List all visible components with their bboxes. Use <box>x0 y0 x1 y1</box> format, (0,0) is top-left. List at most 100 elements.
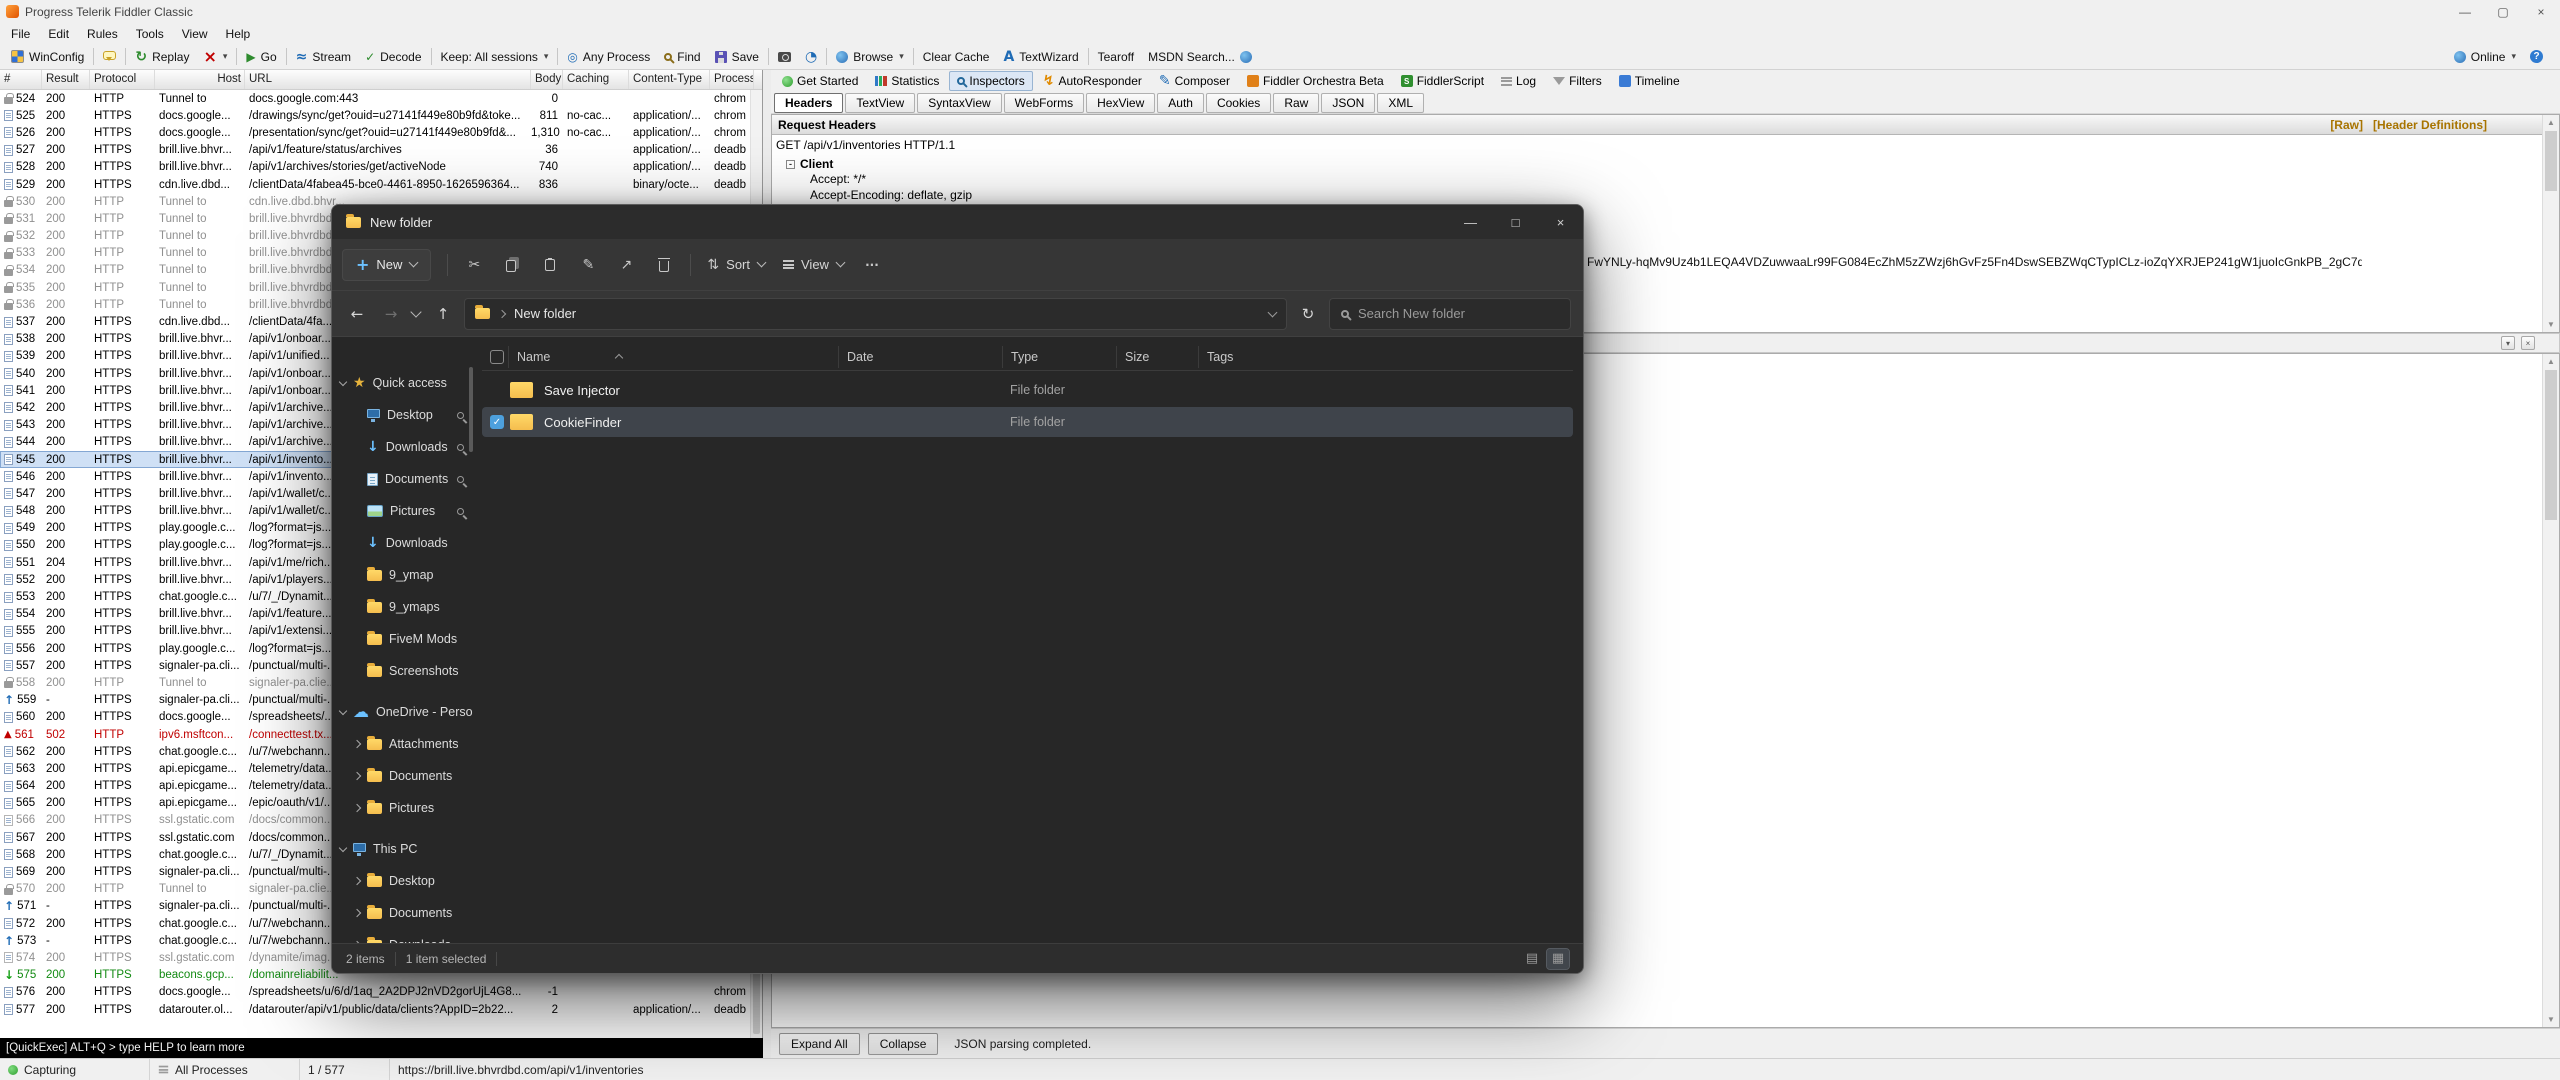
maximize-button[interactable]: ▢ <box>2484 0 2522 23</box>
sidebar-item-desktop[interactable]: Desktop <box>332 399 474 431</box>
session-row[interactable]: 526 200 HTTPS docs.google.../presentation/s… <box>0 124 762 141</box>
tab-fiddlerscript[interactable]: S FiddlerScript <box>1394 72 1491 90</box>
close-button[interactable]: × <box>1538 205 1583 239</box>
menu-tools[interactable]: Tools <box>127 27 173 41</box>
session-column-caching[interactable]: Caching <box>563 70 629 89</box>
column-header-type[interactable]: Type <box>1002 345 1116 368</box>
details-view-toggle-icon[interactable]: ▦ <box>1546 947 1570 970</box>
collapse-button[interactable]: Collapse <box>867 1032 939 1055</box>
session-row[interactable]: 524 200 HTTP Tunnel to docs.google.com:443 0 c… <box>0 90 762 107</box>
session-column-body[interactable]: Body <box>531 70 563 89</box>
explorer-cut-button[interactable]: ✂ <box>456 249 492 281</box>
sidebar-item-quick-access[interactable]: ★ Quick access <box>332 367 474 399</box>
toolbar-clear-cache-button[interactable]: Clear Cache <box>916 44 997 69</box>
session-column-host[interactable]: Host <box>155 70 245 89</box>
session-row[interactable]: 527 200 HTTPS brill.live.bhvr.../api/v1/fea… <box>0 142 762 159</box>
inspector-tab-raw[interactable]: Raw <box>1273 92 1320 113</box>
sidebar-item-screenshots[interactable]: Screenshots <box>332 655 474 687</box>
session-column-url[interactable]: URL <box>245 70 531 89</box>
toolbar-comment-button[interactable] <box>96 44 123 69</box>
session-row[interactable]: 528 200 HTTPS brill.live.bhvr.../api/v1/arc… <box>0 159 762 176</box>
column-header-date[interactable]: Date <box>838 345 1002 368</box>
tab-composer[interactable]: ✎ Composer <box>1152 72 1237 90</box>
session-row[interactable]: 525 200 HTTPS docs.google.../drawings/sync/… <box>0 107 762 124</box>
tab-inspectors[interactable]: Inspectors <box>949 71 1033 91</box>
sidebar-item-attachments[interactable]: Attachments <box>332 728 474 760</box>
toolbar-winconfig-button[interactable]: WinConfig <box>4 44 91 69</box>
request-scrollbar[interactable]: ▲ ▼ <box>2542 115 2559 332</box>
address-bar[interactable]: New folder <box>464 297 1287 330</box>
explorer-paste-button[interactable] <box>532 249 568 281</box>
column-header-tags[interactable]: Tags <box>1198 345 1284 368</box>
sidebar-item-desktop[interactable]: Desktop <box>332 865 474 897</box>
sidebar-item-this-pc[interactable]: This PC <box>332 833 474 865</box>
inspector-tab-textview[interactable]: TextView <box>845 92 916 113</box>
toolbar-online-button[interactable]: Online ▾ <box>2447 44 2523 69</box>
toolbar-help-button[interactable]: ? <box>2523 44 2550 69</box>
toolbar-go-button[interactable]: ▶ Go <box>239 44 283 69</box>
explorer-file-row[interactable]: Save Injector File folder <box>482 375 1573 405</box>
tab-timeline[interactable]: Timeline <box>1612 72 1687 90</box>
capturing-indicator[interactable]: Capturing <box>0 1059 150 1080</box>
sidebar-item-9-ymap[interactable]: 9_ymap <box>332 559 474 591</box>
session-row[interactable]: 576 200 HTTPS docs.google.../spreadsheets/u… <box>0 984 762 1001</box>
column-header-name[interactable]: Name <box>508 345 838 368</box>
toolbar-camera-button[interactable] <box>771 44 798 69</box>
request-line[interactable]: GET /api/v1/inventories HTTP/1.1 <box>772 135 2559 155</box>
up-button[interactable]: ↑ <box>430 305 456 323</box>
tab-log[interactable]: Log <box>1494 72 1543 90</box>
explorer-rename-button[interactable]: ✎ <box>570 249 606 281</box>
explorer-new-button[interactable]: + New <box>342 248 432 281</box>
explorer-view-button[interactable]: View <box>775 249 852 281</box>
minimize-button[interactable]: — <box>1448 205 1493 239</box>
toolbar-replay-button[interactable]: ↻ Replay <box>128 44 196 69</box>
session-column-protocol[interactable]: Protocol <box>90 70 155 89</box>
select-all-checkbox[interactable] <box>490 349 504 364</box>
session-column-[interactable]: # <box>0 70 42 89</box>
toolbar-msdn-search-button[interactable]: MSDN Search... <box>1141 44 1259 69</box>
close-button[interactable]: × <box>2522 0 2560 23</box>
menu-help[interactable]: Help <box>217 27 260 41</box>
sidebar-item-documents[interactable]: Documents <box>332 760 474 792</box>
address-dropdown-icon[interactable] <box>1267 307 1278 317</box>
maximize-button[interactable]: □ <box>1493 205 1538 239</box>
explorer-delete-button[interactable] <box>646 249 682 281</box>
sidebar-item-documents[interactable]: Documents <box>332 897 474 929</box>
explorer-copy-button[interactable] <box>494 249 530 281</box>
toolbar-remove-button[interactable]: × ▾ <box>196 44 234 69</box>
list-view-toggle-icon[interactable]: ▤ <box>1521 949 1543 969</box>
response-scrollbar[interactable]: ▲ ▼ <box>2542 354 2559 1027</box>
session-column-content-type[interactable]: Content-Type <box>629 70 710 89</box>
toolbar-clock-button[interactable]: ◔ <box>798 44 824 69</box>
refresh-button[interactable]: ↻ <box>1295 305 1321 323</box>
toolbar-find-button[interactable]: Find <box>657 44 707 69</box>
toolbar-keep-button[interactable]: Keep: All sessions ▾ <box>434 44 556 69</box>
session-column-result[interactable]: Result <box>42 70 90 89</box>
quickexec-input[interactable]: [QuickExec] ALT+Q > type HELP to learn m… <box>0 1038 763 1058</box>
sidebar-item-pictures[interactable]: Pictures <box>332 792 474 824</box>
chevron-down-icon[interactable] <box>338 843 348 852</box>
session-row[interactable]: 577 200 HTTPS datarouter.ol.../datarouter/a… <box>0 1001 762 1018</box>
toolbar-save-button[interactable]: Save <box>708 44 766 69</box>
sidebar-item-fivem-mods[interactable]: FiveM Mods <box>332 623 474 655</box>
sidebar-item-9-ymaps[interactable]: 9_ymaps <box>332 591 474 623</box>
chevron-down-icon[interactable] <box>338 706 348 715</box>
collapse-expander-icon[interactable]: - <box>786 159 795 169</box>
request-header-line[interactable]: Accept-Encoding: deflate, gzip <box>810 187 2559 203</box>
menu-file[interactable]: File <box>2 27 39 41</box>
back-button[interactable]: ← <box>344 305 370 323</box>
chevron-right-icon[interactable] <box>352 908 362 918</box>
sidebar-item-downloads[interactable]: ↓ Downloads <box>332 527 474 559</box>
search-input[interactable]: Search New folder <box>1329 297 1571 330</box>
session-row[interactable]: 529 200 HTTPS cdn.live.dbd.../clientData/4f… <box>0 176 762 193</box>
toolbar-textwizard-button[interactable]: A TextWizard <box>996 44 1085 69</box>
raw-link[interactable]: [Raw] <box>2330 118 2363 132</box>
inspector-tab-syntaxview[interactable]: SyntaxView <box>917 92 1002 113</box>
explorer-sort-button[interactable]: ⇅ Sort <box>699 249 773 281</box>
menu-view[interactable]: View <box>173 27 217 41</box>
column-header-size[interactable]: Size <box>1116 345 1198 368</box>
forward-button[interactable]: → <box>378 305 404 323</box>
toolbar-decode-button[interactable]: ✓ Decode <box>358 44 428 69</box>
sidebar-item-downloads[interactable]: ↓ Downloads <box>332 431 474 463</box>
breadcrumb[interactable]: New folder <box>514 306 576 321</box>
